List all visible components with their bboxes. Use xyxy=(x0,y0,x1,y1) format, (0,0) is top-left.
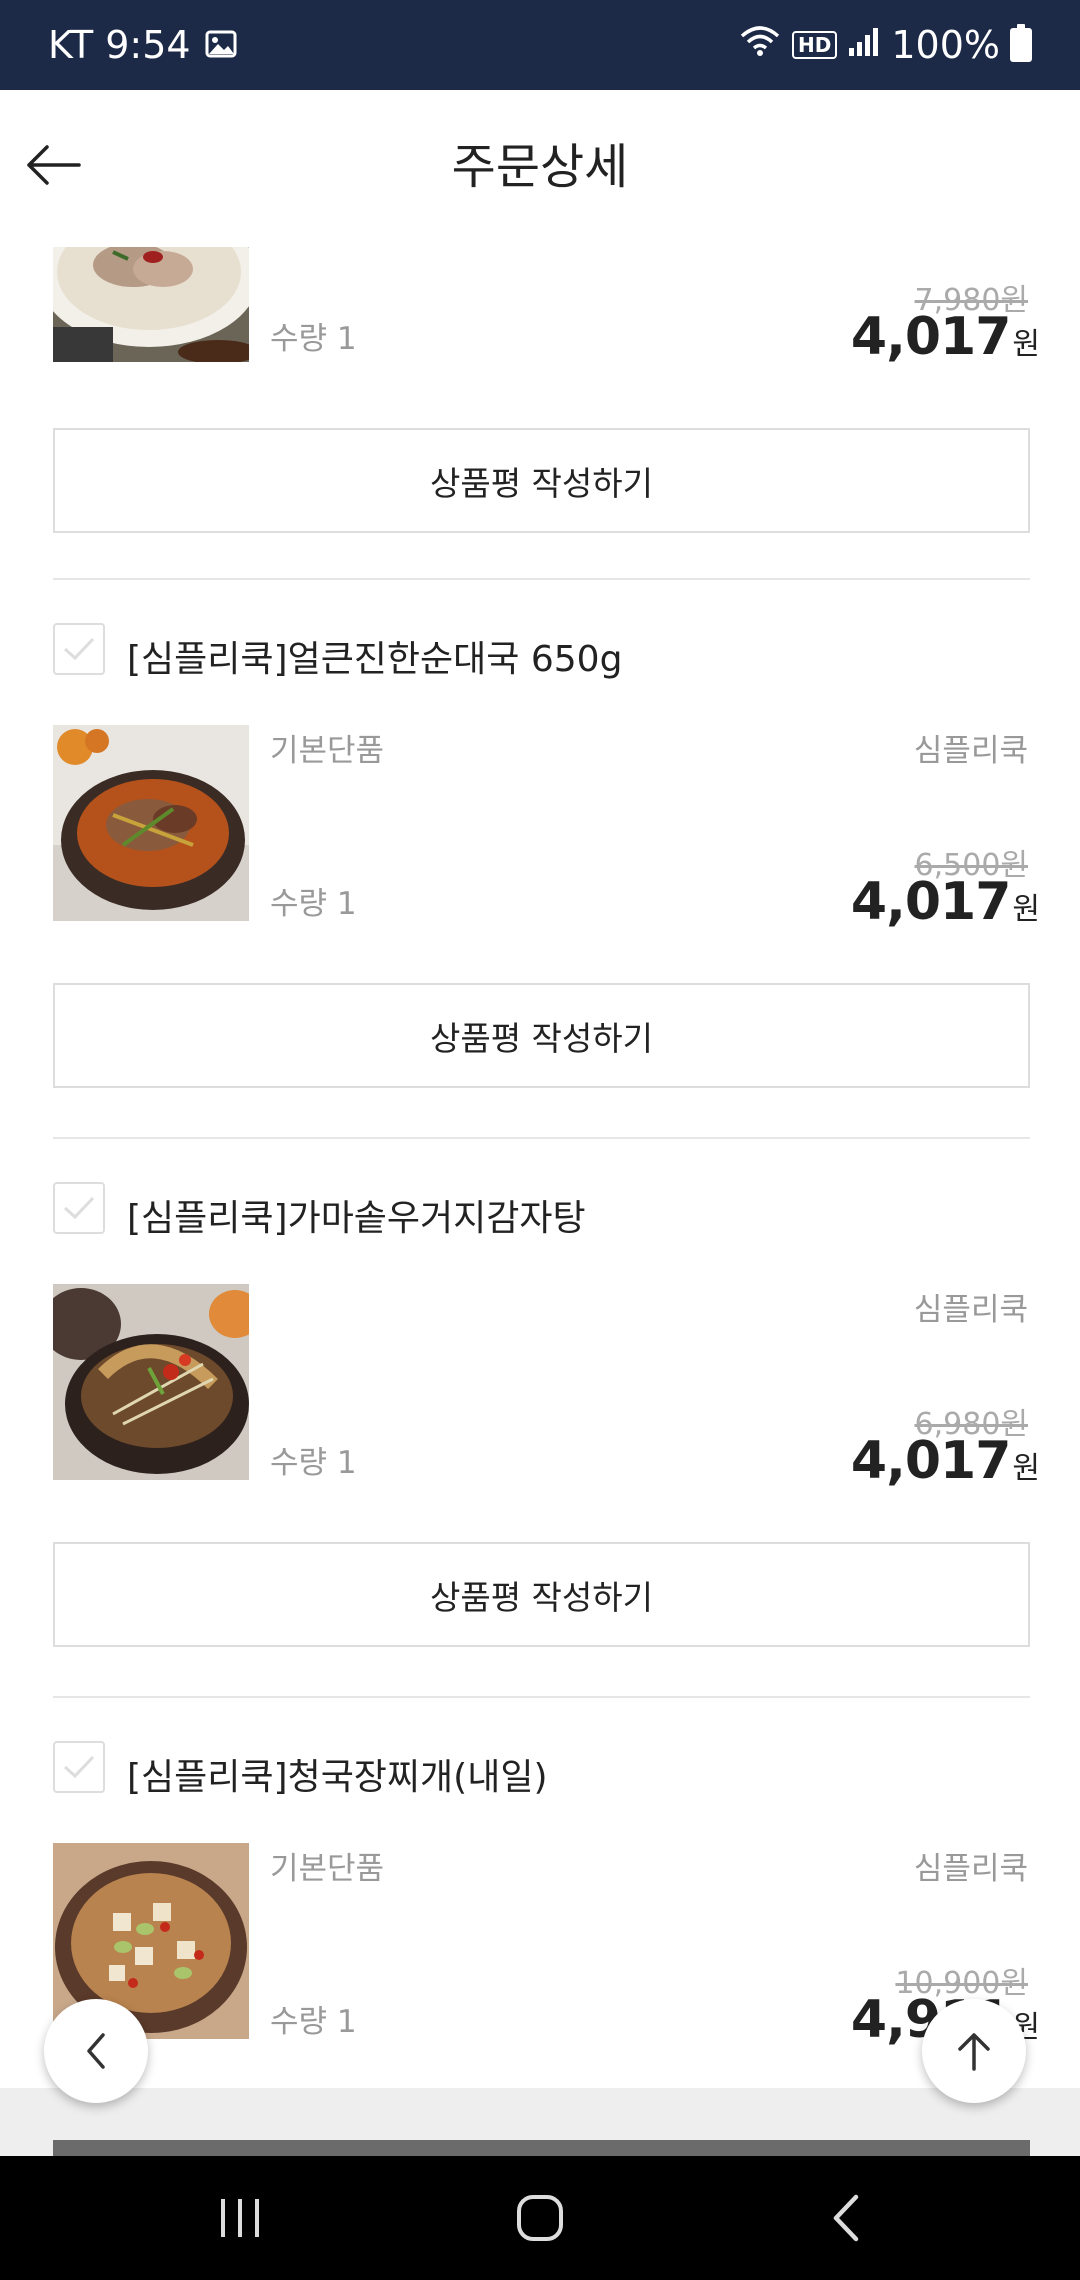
recent-apps-button[interactable] xyxy=(170,2156,310,2280)
sale-price-amount: 4,017 xyxy=(850,872,1011,932)
page-title: 주문상세 xyxy=(451,139,629,195)
quantity-text: 수량 1 xyxy=(270,1445,357,1481)
brand-text: 심플리쿡 xyxy=(913,1851,1028,1887)
status-bar: KT 9:54 HD 100% xyxy=(0,0,1080,90)
currency-unit: 원 xyxy=(1012,1451,1040,1486)
home-button[interactable] xyxy=(470,2156,610,2280)
signal-icon xyxy=(847,23,881,67)
currency-unit: 원 xyxy=(1012,327,1040,362)
brand-text: 심플리쿡 xyxy=(913,1292,1028,1328)
product-thumbnail[interactable] xyxy=(53,1284,249,1480)
status-right: HD 100% xyxy=(738,0,1032,90)
currency-unit: 원 xyxy=(1012,892,1040,927)
order-item: [심플리쿡]얼큰진한순대국 650g 기본단품 심플리쿡 수량 1 6,500원… xyxy=(0,580,1080,1140)
recent-apps-icon xyxy=(221,2199,259,2237)
battery-percent: 100% xyxy=(891,23,1000,67)
write-review-button[interactable]: 상품평 작성하기 xyxy=(53,1542,1030,1647)
image-icon xyxy=(205,23,237,67)
product-title[interactable]: [심플리쿡]얼큰진한순대국 650g xyxy=(127,630,622,682)
product-thumbnail[interactable] xyxy=(53,247,249,362)
wifi-icon xyxy=(738,23,782,67)
check-icon xyxy=(63,1755,95,1779)
system-nav-bar xyxy=(0,2156,1080,2280)
product-title[interactable]: [심플리쿡]청국장찌개(내일) xyxy=(127,1748,548,1800)
hd-badge: HD xyxy=(792,31,838,59)
order-item: [심플리쿡]청국장찌개(내일) 기본단품 심플리쿡 수량 1 10,900원 원 xyxy=(0,1698,1080,2085)
order-detail-list[interactable]: 수량 1 7,980원 4,017 원 상품평 작성하기 [심플리쿡]얼큰진한순… xyxy=(0,245,1080,2085)
bottom-action-area xyxy=(0,2088,1080,2156)
item-checkbox[interactable] xyxy=(53,1741,105,1793)
bottom-action-bar[interactable] xyxy=(53,2140,1030,2156)
sale-price: 4,017 원 xyxy=(851,872,1040,932)
item-checkbox[interactable] xyxy=(53,1182,105,1234)
order-item: [심플리쿡]가마솥우거지감자탕 심플리쿡 수량 1 6,980원 4,017 원 xyxy=(0,1139,1080,1699)
carrier-time: KT 9:54 xyxy=(48,23,191,67)
sale-price: 4,017 원 xyxy=(851,1431,1040,1491)
system-back-button[interactable] xyxy=(775,2156,915,2280)
product-thumbnail[interactable] xyxy=(53,725,249,921)
app-header: 주문상세 xyxy=(0,90,1080,245)
item-header xyxy=(53,1741,105,1793)
arrow-up-icon xyxy=(958,2033,990,2071)
back-icon xyxy=(833,2194,859,2242)
product-title[interactable]: [심플리쿡]가마솥우거지감자탕 xyxy=(127,1189,586,1241)
check-icon xyxy=(63,1196,95,1220)
check-icon xyxy=(63,637,95,661)
order-item: 수량 1 7,980원 4,017 원 상품평 작성하기 xyxy=(0,245,1080,580)
option-text: 기본단품 xyxy=(270,1851,385,1887)
quantity-text: 수량 1 xyxy=(270,321,357,357)
battery-icon xyxy=(1010,24,1032,62)
write-review-button[interactable]: 상품평 작성하기 xyxy=(53,428,1030,533)
write-review-button[interactable]: 상품평 작성하기 xyxy=(53,983,1030,1088)
prev-page-button[interactable] xyxy=(44,1999,148,2103)
item-header xyxy=(53,1182,105,1234)
quantity-text: 수량 1 xyxy=(270,886,357,922)
home-icon xyxy=(517,2195,563,2241)
brand-text: 심플리쿡 xyxy=(913,733,1028,769)
sale-price-amount: 4,017 xyxy=(850,307,1011,367)
item-checkbox[interactable] xyxy=(53,623,105,675)
option-text: 기본단품 xyxy=(270,733,385,769)
sale-price-amount: 4,017 xyxy=(850,1431,1011,1491)
chevron-left-icon xyxy=(87,2033,105,2069)
scroll-top-button[interactable] xyxy=(922,1999,1026,2103)
status-left: KT 9:54 xyxy=(48,0,237,90)
item-header xyxy=(53,623,105,675)
quantity-text: 수량 1 xyxy=(270,2004,357,2040)
sale-price: 4,017 원 xyxy=(851,307,1040,367)
